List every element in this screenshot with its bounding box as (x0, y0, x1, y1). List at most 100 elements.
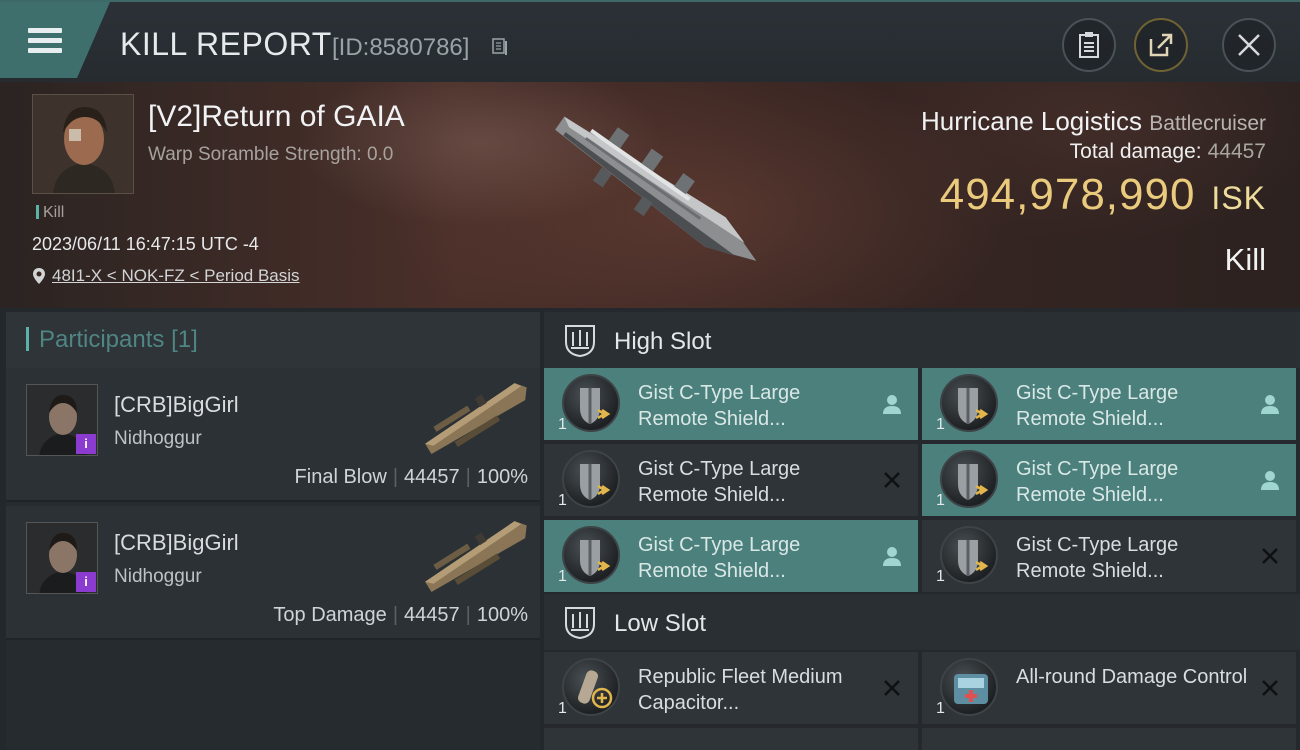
ship-type: Hurricane Logistics Battlecruiser (921, 106, 1266, 137)
low-slot-icon (565, 607, 595, 640)
total-damage: Total damage: 44457 (1070, 140, 1266, 164)
participant-percent: 100% (476, 466, 528, 488)
module-quantity: 1 (558, 416, 567, 433)
total-damage-value: 44457 (1207, 140, 1266, 163)
participant-stats: Top Damage | 44457 | 100% (273, 604, 528, 627)
high-slot-header: High Slot (544, 312, 1300, 368)
victim-ship-image (555, 116, 757, 261)
hamburger-icon[interactable] (18, 18, 70, 62)
header-bar: KILL REPORT [ID:8580786] (0, 0, 1300, 82)
close-icon (1238, 34, 1260, 56)
destroyed-x-icon (884, 680, 900, 696)
kill-tag-label: Kill (43, 204, 65, 221)
module-art (958, 388, 989, 424)
module-art (954, 674, 988, 704)
shield-module-icon (940, 526, 998, 584)
module-item[interactable]: 1 Gist C-Type Large Remote Shield... (922, 444, 1296, 516)
participants-panel: Participants [1] i [CRB]BigGirl Nidhoggu… (6, 312, 540, 750)
module-quantity: 1 (936, 416, 945, 433)
module-art (577, 670, 613, 709)
stats-separator: | (465, 604, 471, 626)
victim-portrait[interactable] (32, 94, 134, 194)
participant-row[interactable]: i [CRB]BigGirl Nidhoggur Top Damage | 4445… (6, 506, 540, 640)
participants-title: Participants [1] (26, 326, 198, 354)
module-quantity: 1 (936, 568, 945, 585)
avatar[interactable]: i (26, 384, 98, 456)
page-title: KILL REPORT (120, 26, 332, 62)
module-item[interactable]: 1 Gist C-Type Large Remote Shield... (544, 444, 918, 516)
participants-title-marker (26, 327, 29, 351)
person-icon (883, 547, 901, 566)
module-item-partial[interactable] (922, 728, 1296, 750)
module-item[interactable]: 1 Republic Fleet Medium Capacitor... (544, 652, 918, 724)
share-icon (1149, 33, 1173, 57)
stats-separator: | (465, 466, 471, 488)
module-item[interactable]: 1 Gist C-Type Large Remote Shield... (922, 520, 1296, 592)
participant-ship-image (425, 383, 527, 454)
report-id: [ID:8580786] (332, 34, 470, 61)
module-art (958, 540, 989, 576)
location-pin-icon (33, 268, 45, 284)
isk-value: 494,978,990 ISK (940, 170, 1266, 220)
kill-tag-marker (36, 205, 39, 219)
kill-tag: Kill (36, 204, 64, 222)
high-slot-title: High Slot (614, 328, 712, 355)
participant-name: [CRB]BigGirl (114, 392, 239, 417)
participants-label: Participants (39, 326, 165, 353)
module-name: Gist C-Type Large Remote Shield... (638, 534, 801, 582)
module-art (580, 388, 611, 424)
kill-report-window: KILL REPORT [ID:8580786] [V2]Return of G… (0, 0, 1300, 750)
total-damage-label: Total damage: (1069, 140, 1202, 163)
module-quantity: 1 (558, 568, 567, 585)
shield-module-icon (562, 374, 620, 432)
participant-damage: 44457 (404, 604, 460, 626)
module-name: Gist C-Type Large Remote Shield... (1016, 382, 1179, 430)
clipboard-button[interactable] (1062, 18, 1116, 72)
low-slot-title: Low Slot (614, 610, 707, 637)
fitting-panel: High Slot 1 Gist C-Type Large Remote Shi… (544, 310, 1300, 750)
module-name: Gist C-Type Large Remote Shield... (638, 458, 801, 506)
shield-module-icon (562, 526, 620, 584)
module-item-partial[interactable] (544, 728, 918, 750)
module-item[interactable]: 1 Gist C-Type Large Remote Shield... (544, 520, 918, 592)
participants-count: [1] (171, 326, 198, 353)
ship-name: Hurricane Logistics (920, 106, 1143, 136)
kill-timestamp: 2023/06/11 16:47:15 UTC -4 (32, 234, 259, 254)
clipboard-icon (1079, 32, 1099, 58)
person-icon (883, 395, 901, 414)
shield-module-icon (940, 374, 998, 432)
participant-role: Top Damage (273, 604, 387, 626)
participant-percent: 100% (476, 604, 528, 626)
portrait-figure (33, 95, 133, 193)
module-name: All-round Damage Control (1016, 666, 1248, 688)
participant-ship-image (425, 521, 527, 592)
module-art (958, 464, 989, 500)
module-art (580, 464, 611, 500)
stats-separator: | (392, 466, 399, 488)
participant-damage: 44457 (404, 466, 460, 488)
kill-banner: [V2]Return of GAIA Warp Soramble Strengt… (0, 82, 1300, 308)
close-button[interactable] (1222, 18, 1276, 72)
stats-separator: | (392, 604, 399, 626)
module-item[interactable]: 1 All-round Damage Control (922, 652, 1296, 724)
module-name: Gist C-Type Large Remote Shield... (638, 382, 801, 430)
location-link[interactable]: 48I1-X < NOK-FZ < Period Basis (32, 266, 300, 286)
copy-icon[interactable] (492, 38, 508, 56)
participant-row[interactable]: i [CRB]BigGirl Nidhoggur Final Blow | 4445… (6, 368, 540, 502)
location-text[interactable]: 48I1-X < NOK-FZ < Period Basis (52, 266, 300, 286)
participant-role: Final Blow (294, 466, 387, 488)
module-quantity: 1 (558, 700, 567, 717)
info-badge: i (76, 434, 96, 454)
low-slot-header: Low Slot (544, 594, 1300, 650)
module-item[interactable]: 1 Gist C-Type Large Remote Shield... (922, 368, 1296, 440)
shield-module-icon (562, 450, 620, 508)
participant-ship: Nidhoggur (114, 566, 202, 587)
participant-stats: Final Blow | 44457 | 100% (295, 466, 528, 489)
ship-class: Battlecruiser (1149, 112, 1266, 135)
participants-header: Participants [1] (6, 312, 540, 368)
destroyed-x-icon (884, 472, 900, 488)
result-label: Kill (1224, 242, 1266, 277)
avatar[interactable]: i (26, 522, 98, 594)
module-item[interactable]: 1 Gist C-Type Large Remote Shield... (544, 368, 918, 440)
share-button[interactable] (1134, 18, 1188, 72)
